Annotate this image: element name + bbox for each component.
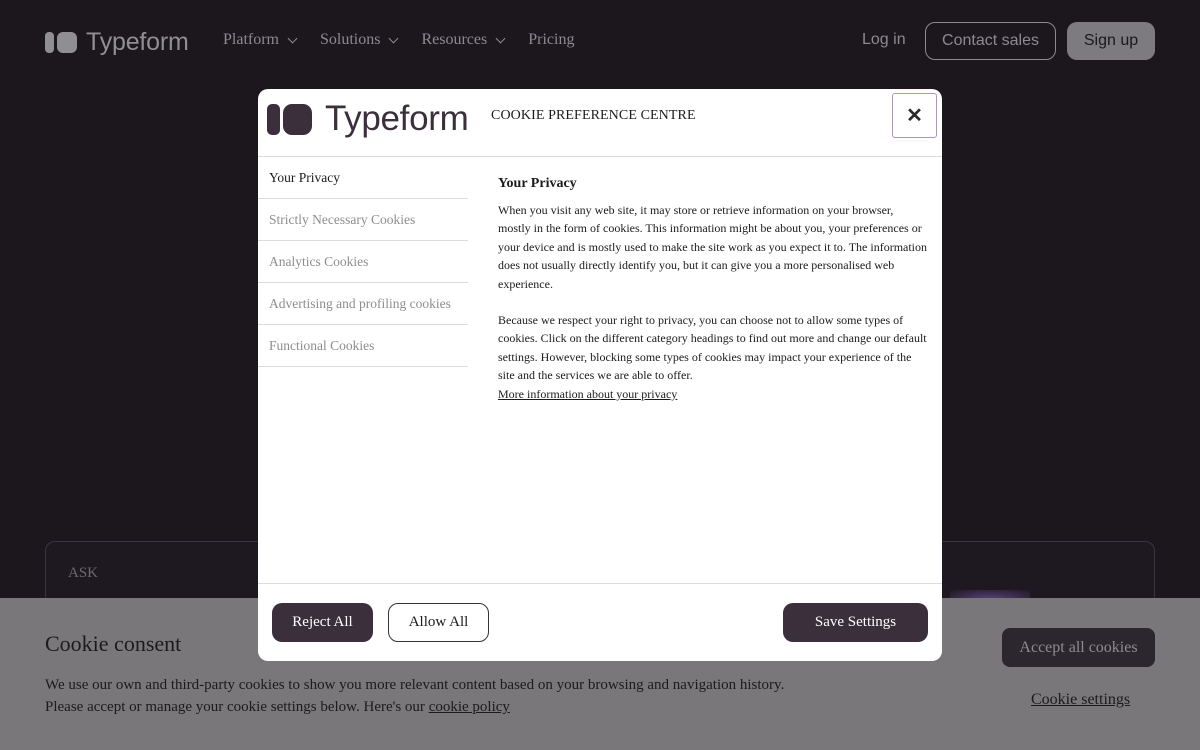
tab-advertising[interactable]: Advertising and profiling cookies bbox=[258, 283, 468, 325]
reject-all-button[interactable]: Reject All bbox=[272, 603, 373, 642]
cookie-settings-link[interactable]: Cookie settings bbox=[1031, 691, 1130, 709]
modal-logo: Typeform bbox=[267, 99, 469, 139]
nav-item-label: Resources bbox=[421, 31, 488, 48]
modal-content: Your Privacy When you visit any web site… bbox=[498, 176, 928, 403]
cookie-text-line1: We use our own and third-party cookies t… bbox=[45, 677, 785, 693]
tab-your-privacy[interactable]: Your Privacy bbox=[258, 157, 468, 199]
nav-item-label: Platform bbox=[223, 31, 279, 48]
cookie-consent-title: Cookie consent bbox=[45, 631, 182, 656]
top-nav: Typeform Platform Solutions Resources Pr… bbox=[0, 0, 1200, 82]
allow-all-button[interactable]: Allow All bbox=[388, 603, 489, 642]
tab-strictly-necessary[interactable]: Strictly Necessary Cookies bbox=[258, 199, 468, 241]
nav-item-solutions[interactable]: Solutions bbox=[320, 31, 399, 49]
content-heading: Your Privacy bbox=[498, 176, 577, 191]
modal-logo-text: Typeform bbox=[325, 99, 469, 138]
nav-item-pricing[interactable]: Pricing bbox=[528, 31, 574, 49]
brand-name: Typeform bbox=[86, 28, 189, 56]
tab-analytics[interactable]: Analytics Cookies bbox=[258, 241, 468, 283]
nav-item-platform[interactable]: Platform bbox=[223, 31, 298, 49]
nav-item-resources[interactable]: Resources bbox=[421, 31, 506, 49]
content-paragraph-2: Because we respect your right to privacy… bbox=[498, 313, 927, 383]
modal-title: COOKIE PREFERENCE CENTRE bbox=[491, 108, 696, 123]
typeform-logo[interactable]: Typeform bbox=[45, 28, 189, 57]
cookie-policy-link[interactable]: cookie policy bbox=[429, 699, 510, 715]
ask-label: ASK bbox=[68, 565, 99, 581]
typeform-logo-icon bbox=[267, 103, 312, 135]
cookie-preference-modal: Typeform COOKIE PREFERENCE CENTRE ✕ Your… bbox=[258, 89, 942, 661]
cookie-consent-text: We use our own and third-party cookies t… bbox=[45, 674, 845, 718]
chevron-down-icon bbox=[287, 33, 298, 43]
typeform-logo-icon bbox=[45, 32, 77, 53]
modal-header: Typeform COOKIE PREFERENCE CENTRE ✕ bbox=[258, 89, 942, 157]
nav-item-label: Pricing bbox=[528, 31, 575, 48]
save-settings-button[interactable]: Save Settings bbox=[783, 603, 928, 642]
contact-sales-button[interactable]: Contact sales bbox=[925, 22, 1056, 60]
chevron-down-icon bbox=[389, 33, 399, 43]
chevron-down-icon bbox=[495, 33, 506, 43]
more-information-link[interactable]: More information about your privacy bbox=[498, 387, 677, 401]
cookie-text-line2: Please accept or manage your cookie sett… bbox=[45, 699, 429, 715]
login-link[interactable]: Log in bbox=[862, 31, 906, 49]
close-icon: ✕ bbox=[906, 105, 923, 127]
content-paragraph-1: When you visit any web site, it may stor… bbox=[498, 203, 928, 291]
tab-functional[interactable]: Functional Cookies bbox=[258, 325, 468, 367]
accept-all-cookies-button[interactable]: Accept all cookies bbox=[1002, 628, 1155, 667]
nav-links: Platform Solutions Resources Pricing bbox=[223, 31, 598, 49]
nav-item-label: Solutions bbox=[320, 31, 381, 48]
modal-footer: Reject All Allow All Save Settings bbox=[258, 583, 942, 661]
sign-up-button[interactable]: Sign up bbox=[1067, 22, 1155, 60]
close-button[interactable]: ✕ bbox=[892, 93, 937, 138]
modal-category-tabs: Your Privacy Strictly Necessary Cookies … bbox=[258, 157, 468, 367]
